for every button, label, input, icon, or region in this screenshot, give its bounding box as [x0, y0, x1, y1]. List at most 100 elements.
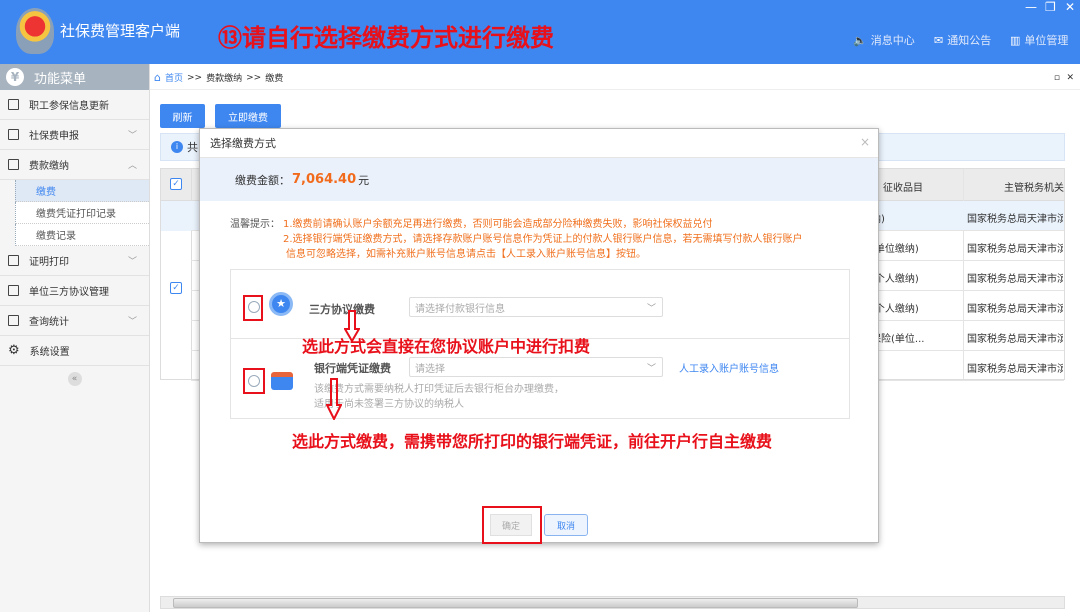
nav-unit-management[interactable]: ▥ 单位管理 [1010, 32, 1068, 48]
calendar-icon [8, 129, 19, 140]
chevron-down-icon: ﹀ [128, 254, 137, 267]
amount-unit: 元 [358, 172, 369, 188]
option-label: 银行端凭证缴费 [314, 360, 391, 376]
table-cell: 国家税务总局天津市滨 [967, 270, 1063, 285]
radio-third-party-agreement[interactable] [248, 301, 260, 313]
refresh-button[interactable]: 刷新 [160, 104, 205, 128]
annotation-bank-voucher: 选此方式缴费，需携带您所打印的银行端凭证，前往开户行自主缴费 [292, 428, 772, 452]
manual-account-entry-link[interactable]: 人工录入账户账号信息 [679, 360, 779, 375]
building-icon: ▥ [1010, 34, 1020, 47]
chevron-down-icon: ﹀ [128, 314, 137, 327]
chart-icon [8, 315, 19, 326]
sidebar-subitem-pay[interactable]: 缴费 [15, 180, 149, 202]
badge-icon: ★ [269, 292, 295, 324]
instruction-banner: ⑬请自行选择缴费方式进行缴费 [218, 18, 554, 53]
gear-icon: ⚙ [8, 343, 20, 358]
table-cell: 国家税务总局天津市滨 [967, 300, 1063, 315]
sidebar-header: ¥ 功能菜单 [0, 64, 149, 90]
pay-now-button[interactable]: 立即缴费 [215, 104, 281, 128]
tips-label: 温馨提示： [230, 217, 280, 232]
sidebar-item-agreement[interactable]: 单位三方协议管理 [0, 276, 149, 306]
restore-button[interactable]: ❐ [1045, 0, 1056, 14]
app-title: 社保费管理客户端 [60, 20, 180, 41]
sidebar-item-info-update[interactable]: 职工参保信息更新 [0, 90, 149, 120]
tax-emblem-logo [16, 8, 54, 54]
dialog-title: 选择缴费方式 [200, 129, 878, 158]
table-cell: 国家税务总局天津市滨 [967, 240, 1063, 255]
table-cell: 国家税务总局天津市滨 [967, 210, 1063, 225]
mail-icon: ✉ [934, 34, 943, 47]
sidebar-item-certificate[interactable]: 证明打印 ﹀ [0, 246, 149, 276]
sidebar-subitem-payment-records[interactable]: 缴费记录 [15, 224, 149, 246]
form-icon [8, 99, 19, 110]
tab-close-button[interactable]: ✕ [1066, 73, 1074, 83]
app-header: 社保费管理客户端 ⑬请自行选择缴费方式进行缴费 🔈 消息中心 ✉ 通知公告 ▥ 单位管… [0, 0, 1080, 64]
nav-label: 消息中心 [871, 32, 915, 48]
horizontal-scrollbar[interactable] [160, 596, 1065, 609]
menu-label: 单位三方协议管理 [29, 283, 109, 298]
arrow-down-icon [326, 378, 342, 420]
select-placeholder: 请选择付款银行信息 [415, 300, 505, 315]
book-icon [8, 285, 19, 296]
sidebar-item-payment[interactable]: 费款缴纳︿ [0, 150, 149, 180]
nav-notices[interactable]: ✉ 通知公告 [934, 32, 991, 48]
tip-line: 2.选择银行端凭证缴费方式，请选择存款账户账号信息作为凭证上的付款人银行账户信息… [230, 232, 870, 247]
close-window-button[interactable]: ✕ [1065, 0, 1075, 14]
desc-line: 该缴费方式需要纳税人打印凭证后去银行柜台办理缴费， [314, 382, 564, 397]
menu-label: 系统设置 [30, 343, 70, 358]
column-header: 征收品目 [883, 179, 923, 194]
tip-line: 信息可忽略选择，如需补充账户账号信息请点击【人工录入账户账号信息】按钮。 [230, 247, 870, 262]
breadcrumb-home[interactable]: 首页 [165, 71, 183, 84]
minimize-button[interactable]: — [1025, 0, 1037, 14]
menu-label: 证明打印 [29, 253, 69, 268]
yen-icon: ¥ [6, 68, 24, 86]
confirm-button[interactable]: 确定 [490, 514, 532, 536]
amount-value: 7,064.40 [292, 172, 356, 187]
book-icon [8, 159, 19, 170]
cancel-button[interactable]: 取消 [544, 514, 588, 536]
table-cell: 国家税务总局天津市滨 [967, 360, 1063, 375]
nav-label: 单位管理 [1024, 32, 1068, 48]
select-all-checkbox[interactable]: ✓ [170, 178, 182, 190]
amount-section: 缴费金额： 7,064.40 元 [200, 158, 878, 201]
table-cell: 国家税务总局天津市滨 [967, 330, 1063, 345]
dialog-close-button[interactable]: × [860, 135, 870, 149]
chevron-down-icon: ﹀ [647, 361, 656, 374]
home-icon: ⌂ [154, 71, 161, 84]
option-label: 三方协议缴费 [309, 301, 375, 317]
nav-messages[interactable]: 🔈 消息中心 [853, 32, 915, 48]
amount-label: 缴费金额： [235, 172, 290, 188]
sidebar-item-settings[interactable]: ⚙ 系统设置 [0, 336, 149, 366]
sidebar-item-declaration[interactable]: 社保费申报﹀ [0, 120, 149, 150]
bank-select[interactable]: 请选择付款银行信息 ﹀ [409, 297, 663, 317]
breadcrumb-level2[interactable]: 费款缴纳 [206, 71, 242, 84]
chevron-down-icon: ﹀ [647, 301, 656, 314]
breadcrumb-separator: >> [187, 73, 202, 83]
chevron-up-icon: ︿ [128, 158, 137, 171]
info-text: 共 [187, 139, 198, 155]
tip-line: 1.缴费前请确认账户余额充足再进行缴费，否则可能会造成部分险种缴费失败，影响社保… [230, 217, 870, 232]
sidebar: ¥功能菜单 职工参保信息更新 社保费申报﹀ 费款缴纳︿ 缴费 缴费凭证打印记录 … [0, 64, 150, 612]
card-icon [271, 372, 293, 390]
menu-label: 职工参保信息更新 [29, 97, 109, 112]
column-header: 主管税务机关 [1004, 179, 1064, 194]
row-group-checkbox[interactable]: ✓ [170, 282, 182, 294]
sidebar-title: 功能菜单 [34, 68, 86, 87]
double-chevron-left-icon: « [68, 372, 82, 386]
scrollbar-thumb[interactable] [173, 598, 858, 608]
account-select[interactable]: 请选择﹀ [409, 357, 663, 377]
sidebar-item-statistics[interactable]: 查询统计 ﹀ [0, 306, 149, 336]
tips: 温馨提示： 1.缴费前请确认账户余额充足再进行缴费，否则可能会造成部分险种缴费失… [230, 217, 870, 262]
nav-label: 通知公告 [947, 32, 991, 48]
collapse-sidebar-button[interactable]: « [0, 366, 149, 392]
option-description: 该缴费方式需要纳税人打印凭证后去银行柜台办理缴费，适用于尚未签署三方协议的纳税人 [314, 382, 564, 412]
speaker-icon: 🔈 [853, 34, 867, 47]
breadcrumb-separator: >> [246, 73, 261, 83]
sidebar-subitem-voucher-records[interactable]: 缴费凭证打印记录 [15, 202, 149, 224]
radio-bank-voucher[interactable] [248, 375, 260, 387]
desc-line: 适用于尚未签署三方协议的纳税人 [314, 397, 564, 412]
tab-restore-button[interactable]: ▫ [1054, 73, 1060, 83]
menu-label: 社保费申报 [29, 127, 79, 142]
annotation-agreement: 选此方式会直接在您协议账户中进行扣费 [302, 333, 590, 357]
menu-label: 查询统计 [29, 313, 69, 328]
